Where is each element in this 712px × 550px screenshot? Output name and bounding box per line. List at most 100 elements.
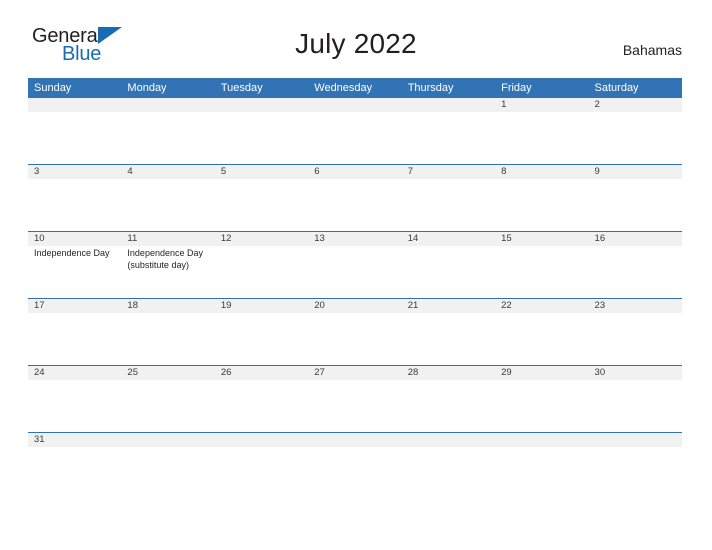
day-number [221, 433, 302, 447]
day-number: 19 [220, 300, 232, 311]
calendar-day-cell[interactable]: 11 Independence Day (substitute day) [121, 232, 214, 298]
weekday-header-thursday: Thursday [407, 82, 454, 94]
calendar-day-cell[interactable]: 10 Independence Day [28, 232, 121, 298]
calendar-day-cell[interactable]: 15 [495, 232, 588, 298]
calendar-day-cell[interactable]: 7 [402, 165, 495, 231]
day-number: 24 [34, 367, 45, 378]
weekday-header-sunday: Sunday [34, 82, 72, 94]
calendar-day-cell-empty [308, 433, 401, 499]
calendar-day-cell[interactable]: 28 [402, 366, 495, 432]
day-number: 3 [34, 166, 40, 177]
calendar-day-cell-empty [402, 433, 495, 499]
calendar-week-row: 12 [28, 98, 682, 164]
day-number: 13 [314, 233, 325, 244]
calendar-day-cell[interactable]: 3 [28, 165, 121, 231]
day-number: 1 [501, 99, 507, 110]
calendar-day-cell[interactable]: 30 [589, 366, 682, 432]
day-number: 12 [220, 233, 232, 244]
day-number: 29 [501, 367, 512, 378]
weekday-header-monday: Monday [127, 82, 167, 94]
calendar-day-cell-empty [215, 98, 308, 164]
weekday-header-friday: Friday [501, 82, 532, 94]
calendar-day-cell-empty [308, 98, 401, 164]
holiday-label: Independence Day (substitute day) [127, 248, 203, 270]
day-number: 2 [594, 99, 600, 110]
day-number [408, 98, 489, 112]
day-number: 31 [34, 434, 45, 445]
day-number: 26 [220, 367, 232, 378]
day-number [314, 433, 395, 447]
calendar-week-inner: 24 25 26 27 28 29 30 [28, 366, 682, 432]
calendar-day-cell[interactable]: 27 [308, 366, 401, 432]
calendar-day-cell[interactable]: 25 [121, 366, 214, 432]
calendar-day-cell[interactable]: 26 [215, 366, 308, 432]
day-number: 30 [594, 367, 606, 378]
calendar-day-cell-empty [121, 98, 214, 164]
calendar-day-cell[interactable]: 19 [215, 299, 308, 365]
calendar-day-cell[interactable]: 14 [402, 232, 495, 298]
calendar-day-cell[interactable]: 24 [28, 366, 121, 432]
calendar-day-cell[interactable]: 13 [308, 232, 401, 298]
calendar-day-cell[interactable]: 2 [589, 98, 682, 164]
day-events: Independence Day (substitute day) [127, 246, 208, 271]
weekday-header-saturday: Saturday [594, 82, 639, 94]
calendar-day-cell[interactable]: 21 [402, 299, 495, 365]
calendar-day-cell-empty [28, 98, 121, 164]
day-number: 18 [127, 300, 138, 311]
calendar-day-cell[interactable]: 5 [215, 165, 308, 231]
day-number: 20 [314, 300, 325, 311]
calendar-day-cell[interactable]: 17 [28, 299, 121, 365]
calendar-week-inner: 3 4 5 6 7 8 9 [28, 165, 682, 231]
day-number: 21 [407, 300, 419, 311]
day-number: 11 [127, 233, 138, 244]
calendar-week-inner: 17 18 19 20 21 22 23 [28, 299, 682, 365]
calendar-week-inner: 12 [28, 98, 682, 164]
day-number: 8 [501, 166, 507, 177]
day-number: 14 [407, 233, 419, 244]
calendar-day-cell[interactable]: 8 [495, 165, 588, 231]
calendar-day-cell[interactable]: 12 [215, 232, 308, 298]
day-number: 28 [407, 367, 419, 378]
day-number [34, 98, 115, 112]
calendar-week-row: 24 25 26 27 28 29 30 [28, 365, 682, 432]
calendar-day-cell[interactable]: 29 [495, 366, 588, 432]
calendar-day-cell[interactable]: 20 [308, 299, 401, 365]
calendar-day-cell[interactable]: 23 [589, 299, 682, 365]
calendar-day-cell[interactable]: 4 [121, 165, 214, 231]
calendar-day-cell[interactable]: 6 [308, 165, 401, 231]
calendar-week-row: 31 [28, 432, 682, 499]
calendar-weeks: 1 2 3 4 5 6 7 8 9 10 Independence Day 11 Independenc… [28, 98, 682, 499]
calendar-grid: Sunday Monday Tuesday Wednesday Thursday… [28, 78, 682, 499]
country-label: Bahamas [622, 42, 682, 58]
day-number: 27 [314, 367, 325, 378]
calendar-day-cell-empty [589, 433, 682, 499]
calendar-day-cell[interactable]: 16 [589, 232, 682, 298]
calendar-week-inner: 10 Independence Day 11 Independence Day (su… [28, 232, 682, 298]
calendar-week-inner: 31 [28, 433, 682, 499]
day-number [501, 433, 582, 447]
calendar-day-cell-empty [215, 433, 308, 499]
calendar-day-cell[interactable]: 31 [28, 433, 121, 499]
holiday-label: Independence Day [34, 248, 110, 258]
day-events: Independence Day [34, 246, 115, 260]
calendar-day-cell[interactable]: 1 [495, 98, 588, 164]
day-number: 16 [594, 233, 606, 244]
weekday-header-wednesday: Wednesday [314, 82, 373, 94]
day-number: 7 [407, 166, 413, 177]
page-title: July 2022 [295, 28, 417, 59]
day-number: 17 [34, 300, 45, 311]
weekday-header-tuesday: Tuesday [220, 82, 263, 94]
calendar-week-row: 3 4 5 6 7 8 9 [28, 164, 682, 231]
day-number [221, 98, 302, 112]
calendar-day-cell[interactable]: 9 [589, 165, 682, 231]
day-number: 15 [501, 233, 512, 244]
day-number: 4 [127, 166, 133, 177]
calendar-day-cell-empty [495, 433, 588, 499]
day-number: 9 [594, 166, 600, 177]
day-number [127, 433, 208, 447]
calendar-day-cell-empty [121, 433, 214, 499]
weekday-header-row: Sunday Monday Tuesday Wednesday Thursday… [28, 78, 682, 98]
calendar-day-cell[interactable]: 18 [121, 299, 214, 365]
day-number: 25 [127, 367, 138, 378]
calendar-day-cell[interactable]: 22 [495, 299, 588, 365]
